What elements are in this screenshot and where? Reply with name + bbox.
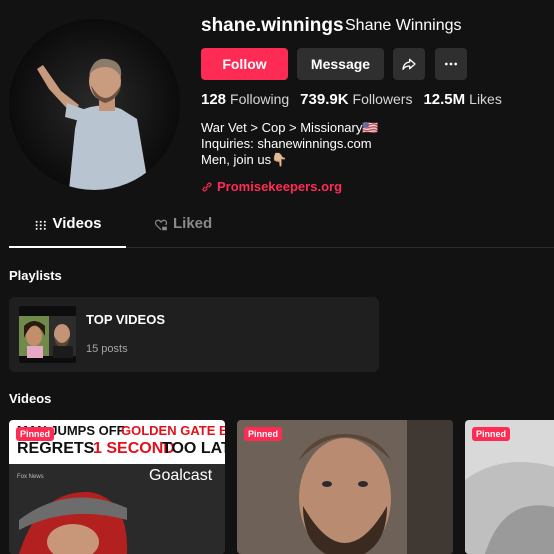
videos-heading: Videos	[9, 391, 52, 406]
headline-line1-b: GOLDEN GATE BRIDGE	[121, 423, 225, 438]
profile-bio: War Vet > Cop > Missionary🇺🇸 Inquiries: …	[201, 120, 379, 168]
username: shane.winnings	[201, 15, 344, 36]
profile-tabs: Videos Liked	[9, 215, 554, 248]
following-stat[interactable]: 128 Following	[201, 91, 289, 108]
profile-avatar[interactable]	[9, 19, 180, 190]
pinned-badge: Pinned	[472, 427, 511, 441]
profile-link-text: Promisekeepers.org	[217, 179, 343, 194]
video-card[interactable]: MAN JUMPS OFF GOLDEN GATE BRIDGE REGRETS…	[9, 420, 225, 554]
grid-icon	[35, 220, 46, 230]
more-button[interactable]	[435, 48, 467, 80]
message-button[interactable]: Message	[297, 48, 384, 80]
follow-button[interactable]: Follow	[201, 48, 288, 80]
likes-stat: 12.5M Likes	[423, 91, 501, 108]
tab-videos-label: Videos	[52, 215, 102, 232]
heart-lock-icon	[154, 219, 168, 231]
pinned-badge: Pinned	[16, 427, 55, 441]
more-dots-icon	[445, 62, 457, 66]
display-name: Shane Winnings	[345, 17, 462, 34]
pinned-badge: Pinned	[244, 427, 283, 441]
goalcast-logo: Goalcast	[149, 467, 213, 484]
followers-stat[interactable]: 739.9K Followers	[300, 91, 412, 108]
video-card[interactable]: Pinned	[465, 420, 554, 554]
playlist-thumbnail	[19, 306, 76, 363]
share-arrow-icon	[402, 58, 416, 70]
likes-label: Likes	[469, 91, 502, 107]
following-count: 128	[201, 91, 227, 108]
likes-count: 12.5M	[423, 91, 466, 108]
followers-count: 739.9K	[300, 91, 349, 108]
tab-videos[interactable]: Videos	[9, 215, 126, 248]
link-icon	[202, 181, 212, 192]
video-card[interactable]: Pinned	[237, 420, 453, 554]
profile-link[interactable]: Promisekeepers.org	[201, 179, 342, 194]
avatar-photo	[9, 19, 180, 190]
source-label: Fox News	[17, 474, 44, 480]
bio-line: Inquiries: shanewinnings.com	[201, 136, 372, 151]
playlist-card[interactable]: TOP VIDEOS 15 posts	[9, 297, 379, 372]
bio-line: Men, join us👇🏼	[201, 152, 288, 167]
playlists-heading: Playlists	[9, 268, 62, 283]
headline-line2-c: TOO LATE	[162, 440, 225, 457]
bio-line: War Vet > Cop > Missionary🇺🇸	[201, 120, 379, 135]
tab-liked-label: Liked	[173, 215, 213, 232]
profile-stats: 128 Following 739.9K Followers 12.5M Likes	[201, 91, 513, 108]
following-label: Following	[230, 91, 290, 107]
playlist-post-count: 15 posts	[86, 343, 128, 355]
share-button[interactable]	[393, 48, 425, 80]
playlist-title: TOP VIDEOS	[86, 312, 165, 327]
tab-liked[interactable]: Liked	[154, 215, 212, 248]
followers-label: Followers	[352, 91, 413, 107]
headline-line2-a: REGRETS	[17, 440, 95, 457]
